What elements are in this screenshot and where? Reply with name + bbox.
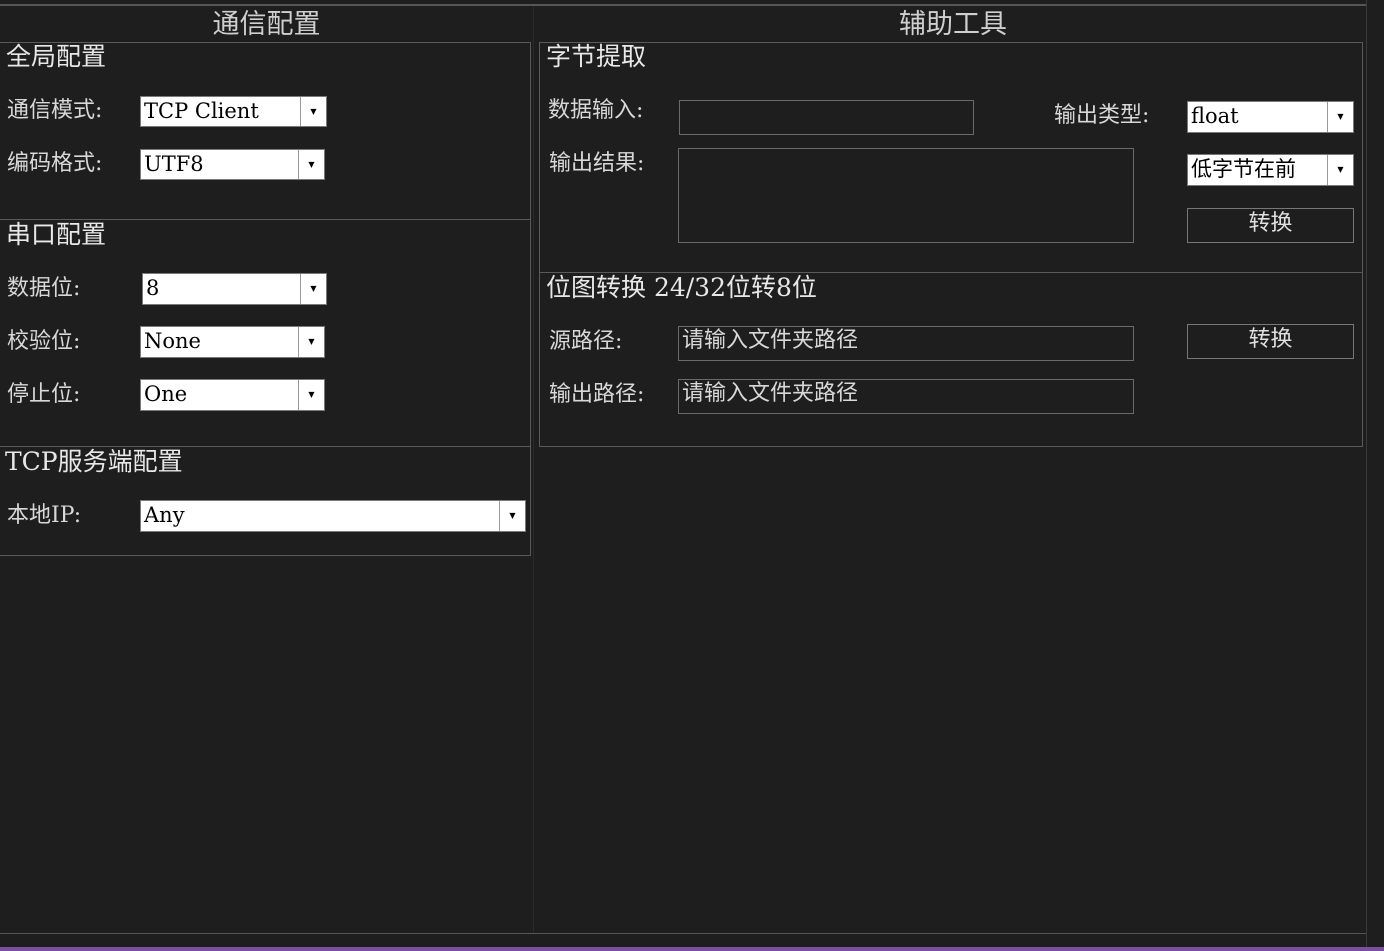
chevron-down-icon[interactable]: ▼ <box>298 150 324 179</box>
data-bits-label: 数据位: <box>7 276 81 301</box>
data-bits-select[interactable]: 8 ▼ <box>142 273 327 305</box>
tcp-server-config-title: TCP服务端配置 <box>5 447 183 476</box>
local-ip-value: Any <box>144 503 185 527</box>
local-ip-select[interactable]: Any ▼ <box>140 500 526 532</box>
output-type-value: float <box>1191 104 1239 128</box>
window-top-border <box>0 4 1366 6</box>
comm-mode-select[interactable]: TCP Client ▼ <box>140 96 327 127</box>
global-config-title: 全局配置 <box>6 42 107 71</box>
output-path-label: 输出路径: <box>549 382 645 407</box>
serial-config-title: 串口配置 <box>6 220 107 249</box>
parity-value: None <box>144 329 201 353</box>
source-path-input[interactable]: 请输入文件夹路径 <box>678 326 1134 361</box>
aux-tools-title: 辅助工具 <box>899 9 1007 40</box>
chevron-down-icon[interactable]: ▼ <box>1327 102 1353 132</box>
byte-order-value: 低字节在前 <box>1191 157 1296 181</box>
data-bits-value: 8 <box>146 276 160 300</box>
encoding-value: UTF8 <box>144 152 204 176</box>
source-path-label: 源路径: <box>549 329 623 354</box>
column-divider <box>533 6 534 933</box>
data-input-label: 数据输入: <box>548 98 644 123</box>
stop-bits-label: 停止位: <box>7 382 81 407</box>
chevron-down-icon[interactable]: ▼ <box>300 274 326 304</box>
bitmap-convert-title: 位图转换 24/32位转8位 <box>546 273 817 302</box>
parity-label: 校验位: <box>7 329 81 354</box>
output-type-label: 输出类型: <box>1054 103 1150 128</box>
chevron-down-icon[interactable]: ▼ <box>298 380 324 410</box>
output-result-label: 输出结果: <box>549 151 645 176</box>
bitmap-convert-button[interactable]: 转换 <box>1187 324 1354 359</box>
output-type-select[interactable]: float ▼ <box>1187 101 1354 133</box>
chevron-down-icon[interactable]: ▼ <box>499 501 525 531</box>
chevron-down-icon[interactable]: ▼ <box>300 97 326 126</box>
byte-extract-title: 字节提取 <box>546 42 647 71</box>
comm-mode-label: 通信模式: <box>7 98 103 123</box>
stop-bits-value: One <box>144 382 188 406</box>
comm-mode-value: TCP Client <box>144 99 259 123</box>
encoding-select[interactable]: UTF8 ▼ <box>140 149 325 180</box>
output-result-field[interactable] <box>678 148 1134 243</box>
output-path-input[interactable]: 请输入文件夹路径 <box>678 379 1134 414</box>
chevron-down-icon[interactable]: ▼ <box>298 327 324 357</box>
encoding-label: 编码格式: <box>7 151 103 176</box>
parity-select[interactable]: None ▼ <box>140 326 325 358</box>
local-ip-label: 本地IP: <box>7 503 82 528</box>
comm-config-title: 通信配置 <box>212 9 321 40</box>
data-input-field[interactable] <box>679 100 974 135</box>
window-accent-border <box>0 947 1384 951</box>
window-right-edge <box>1366 0 1384 951</box>
byte-order-select[interactable]: 低字节在前 ▼ <box>1187 154 1354 186</box>
byte-convert-button[interactable]: 转换 <box>1187 208 1354 243</box>
chevron-down-icon[interactable]: ▼ <box>1327 155 1353 185</box>
stop-bits-select[interactable]: One ▼ <box>140 379 325 411</box>
window-bottom-bar <box>0 933 1366 947</box>
